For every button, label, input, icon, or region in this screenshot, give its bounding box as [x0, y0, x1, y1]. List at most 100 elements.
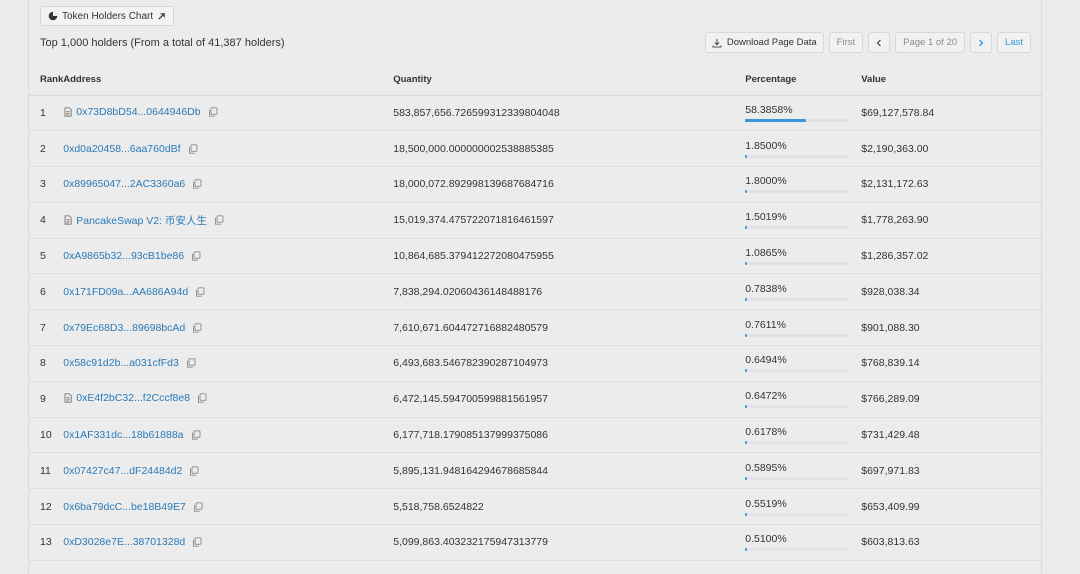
quantity-cell: 15,019,374.475722071816461597 [393, 202, 746, 239]
percentage-block: 0.6178% [745, 426, 850, 445]
address-cell: 0x171FD09a...AA686A94d [63, 273, 394, 311]
rank-cell: 6 [29, 273, 64, 311]
address-cell: 0xd0a20458...6aa760dBf [63, 130, 394, 168]
percentage-text: 0.6494% [745, 354, 787, 367]
holder-address-link[interactable]: PancakeSwap V2: 币安人生 [63, 213, 224, 228]
holder-address-text[interactable]: 0xD3028e7E...38701328d [63, 536, 185, 548]
copy-icon[interactable] [192, 537, 202, 548]
holder-address-text[interactable]: 0x6ba79dcC...be18B49E7 [63, 501, 186, 513]
percentage-text: 0.6178% [745, 426, 787, 439]
percentage-block: 0.5100% [745, 533, 850, 552]
table-row: 5 0xA9865b32...93cB1be86 10,864,685.379412… [29, 238, 1043, 275]
holder-address-text[interactable]: 0x1AF331dc...18b61888a [63, 429, 183, 441]
previous-page-button[interactable] [868, 32, 891, 53]
percentage-bar [745, 297, 850, 301]
percentage-bar-fill [745, 297, 747, 301]
percentage-bar-fill [745, 548, 747, 552]
download-label: Download Page Data [726, 37, 817, 48]
holders-table: Rank Address Quantity Percentage Value 1… [29, 64, 1043, 561]
percentage-text: 0.7838% [745, 282, 787, 295]
copy-icon[interactable] [193, 502, 203, 512]
quantity-cell: 5,895,131.948164294678685844 [393, 452, 746, 490]
address-cell: 0x07427c47...dF24484d2 [63, 452, 394, 490]
holder-address-link[interactable]: 0x58c91d2b...a031cfFd3 [63, 357, 196, 369]
percentage-text: 1.8500% [745, 139, 787, 152]
percentage-bar-fill [745, 441, 747, 445]
quantity-cell: 583,857,656.726599312339804048 [393, 95, 746, 132]
copy-icon[interactable] [192, 179, 202, 190]
contract-document-icon [64, 107, 72, 117]
copy-icon[interactable] [186, 358, 196, 369]
holder-address-link[interactable]: 0xd0a20458...6aa760dBf [63, 143, 198, 155]
copy-icon[interactable] [189, 466, 199, 476]
address-cell: PancakeSwap V2: 币安人生 [63, 202, 394, 239]
copy-icon[interactable] [197, 393, 207, 403]
holder-address-link[interactable]: 0xE4f2bC32...f2Cccf8e8 [63, 392, 207, 404]
table-header-row: Rank Address Quantity Percentage Value [29, 64, 1043, 96]
percentage-text: 0.5895% [745, 461, 787, 474]
quantity-cell: 10,864,685.379412272080475955 [393, 238, 746, 275]
percentage-cell: 1.8000% [745, 166, 862, 203]
holder-address-text[interactable]: 0xd0a20458...6aa760dBf [63, 143, 180, 155]
percentage-cell: 1.8500% [745, 130, 862, 168]
holder-address-text[interactable]: 0xA9865b32...93cB1be86 [63, 250, 184, 262]
copy-icon[interactable] [192, 323, 202, 333]
copy-icon[interactable] [188, 144, 198, 154]
holder-address-text[interactable]: 0xE4f2bC32...f2Cccf8e8 [76, 392, 190, 404]
holder-address-link[interactable]: 0x171FD09a...AA686A94d [63, 286, 205, 298]
holder-address-text[interactable]: 0x171FD09a...AA686A94d [63, 286, 188, 298]
copy-icon[interactable] [214, 215, 224, 225]
next-page-button[interactable] [970, 32, 993, 53]
percentage-text: 58.3858% [745, 103, 793, 116]
download-page-data-button[interactable]: Download Page Data [704, 32, 824, 53]
holder-address-text[interactable]: 0x07427c47...dF24484d2 [63, 465, 182, 477]
holder-address-link[interactable]: 0xA9865b32...93cB1be86 [63, 250, 201, 262]
percentage-bar [745, 405, 850, 409]
holder-address-text[interactable]: 0x73D8bD54...0644946Db [76, 106, 200, 118]
table-row: 12 0x6ba79dcC...be18B49E7 5,518,758.652482… [29, 488, 1043, 526]
holder-address-text[interactable]: 0x58c91d2b...a031cfFd3 [63, 357, 179, 369]
percentage-text: 0.5519% [745, 497, 787, 510]
address-cell: 0x89965047...2AC3360a6 [63, 166, 394, 203]
rank-cell: 9 [29, 381, 64, 418]
address-cell: 0x1AF331dc...18b61888a [63, 417, 394, 454]
percentage-cell: 0.7611% [745, 309, 862, 347]
header-percentage: Percentage [745, 64, 862, 96]
contract-document-icon [64, 215, 72, 225]
copy-icon[interactable] [195, 287, 205, 297]
last-page-button[interactable]: Last [997, 32, 1031, 53]
percentage-bar-fill [745, 118, 806, 122]
percentage-bar-fill [745, 190, 748, 194]
token-holders-chart-button[interactable]: Token Holders Chart [40, 6, 175, 26]
holder-address-link[interactable]: 0xD3028e7E...38701328d [63, 536, 202, 548]
copy-icon[interactable] [208, 107, 218, 117]
holder-address-link[interactable]: 0x07427c47...dF24484d2 [63, 465, 199, 477]
percentage-bar [745, 262, 850, 266]
percentage-bar [745, 369, 850, 373]
first-page-button[interactable]: First [828, 32, 864, 53]
copy-icon[interactable] [191, 430, 201, 440]
copy-icon[interactable] [191, 251, 201, 261]
holder-address-link[interactable]: 0x1AF331dc...18b61888a [63, 429, 200, 441]
holder-address-text[interactable]: 0x79Ec68D3...89698bcAd [63, 322, 185, 334]
percentage-block: 1.8500% [745, 139, 850, 158]
percentage-block: 1.8000% [745, 175, 850, 194]
percentage-bar [745, 226, 850, 230]
percentage-cell: 1.5019% [745, 202, 862, 239]
table-row: 10 0x1AF331dc...18b61888a 6,177,718.179085… [29, 417, 1043, 454]
holder-address-link[interactable]: 0x73D8bD54...0644946Db [63, 106, 218, 118]
percentage-bar [745, 548, 850, 552]
percentage-bar [745, 476, 850, 480]
percentage-text: 0.7611% [745, 318, 786, 331]
holder-address-link[interactable]: 0x79Ec68D3...89698bcAd [63, 322, 202, 334]
quantity-cell: 6,177,718.179085137999375086 [393, 417, 746, 454]
holder-address-link[interactable]: 0x6ba79dcC...be18B49E7 [63, 501, 203, 513]
holder-address-text[interactable]: 0x89965047...2AC3360a6 [63, 178, 185, 190]
rank-cell: 11 [29, 452, 64, 490]
holder-address-text[interactable]: PancakeSwap V2: 币安人生 [76, 213, 207, 228]
token-holders-card: Token Holders Chart Top 1,000 holders (F… [28, 0, 1043, 574]
rank-cell: 13 [29, 524, 64, 561]
pie-chart-icon [48, 11, 58, 21]
value-cell: $653,409.99 [861, 488, 1043, 526]
holder-address-link[interactable]: 0x89965047...2AC3360a6 [63, 178, 202, 190]
